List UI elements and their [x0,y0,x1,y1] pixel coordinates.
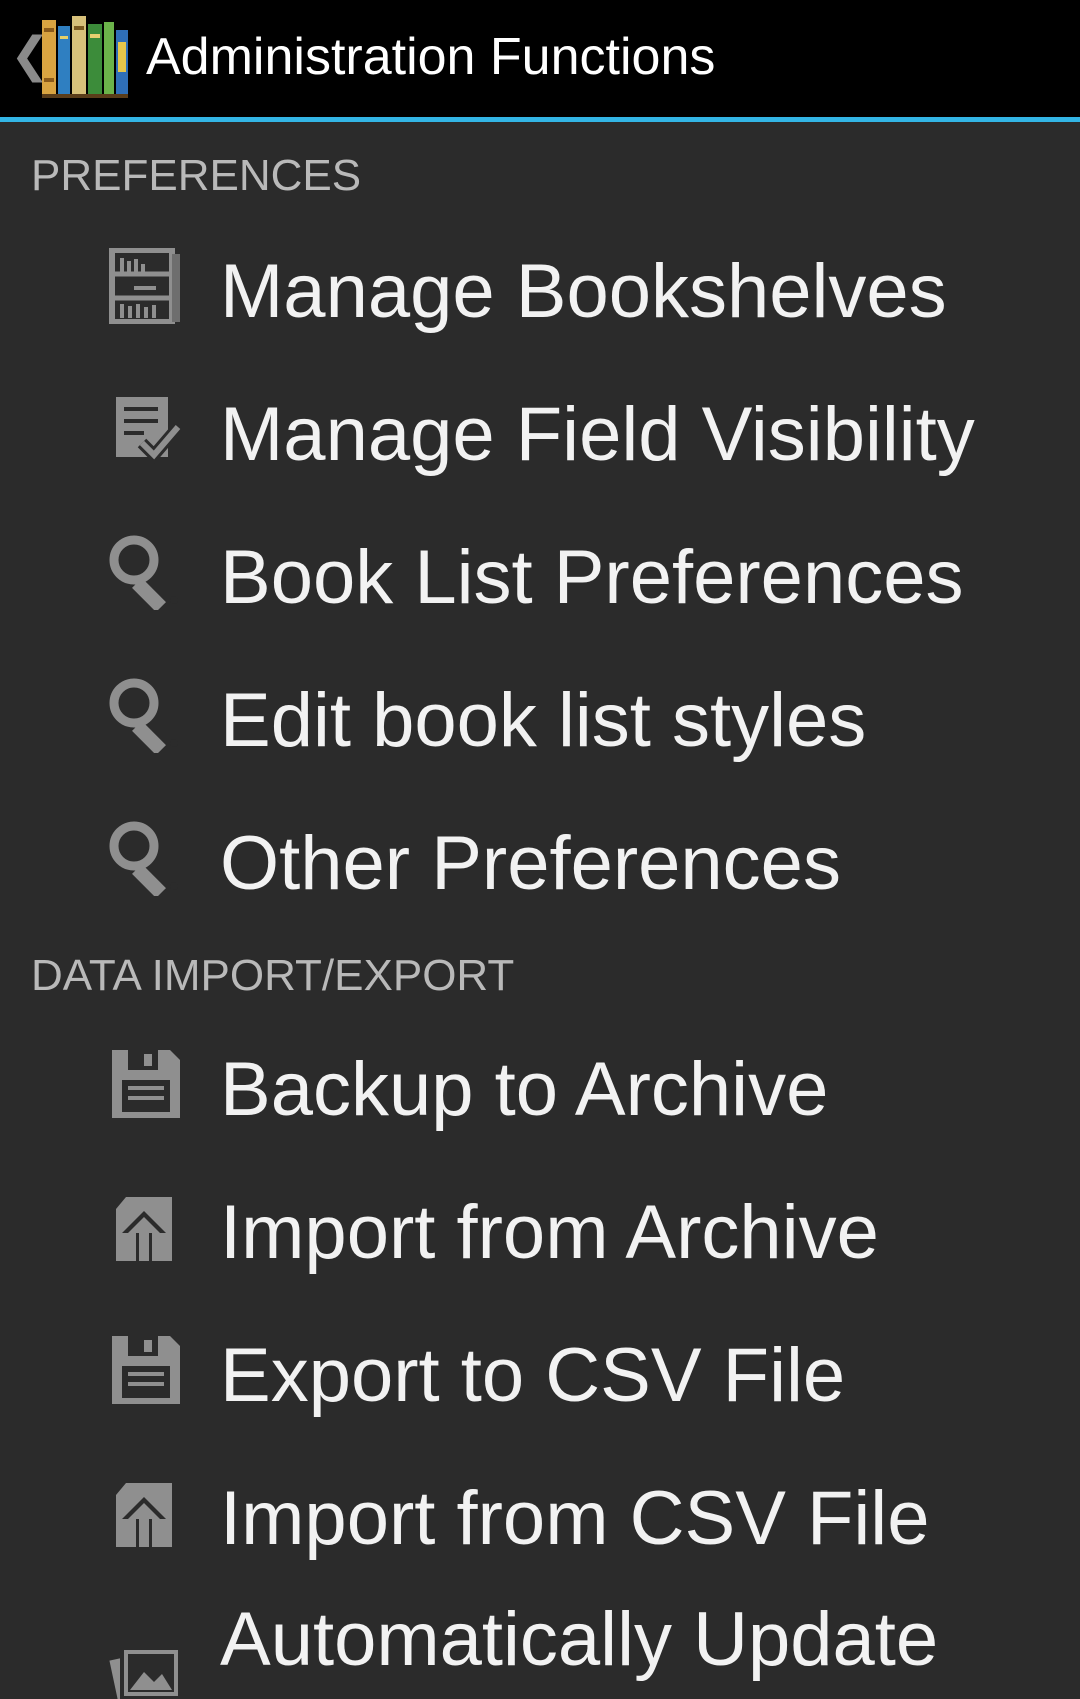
menu-item-label: Import from CSV File [220,1476,930,1561]
section-header-preferences: PREFERENCES [31,151,362,200]
wrench-icon [109,678,178,753]
menu-item-book-list-preferences[interactable]: Book List Preferences [0,500,1080,643]
menu-item-export-to-csv-file[interactable]: Export to CSV File [0,1298,1080,1441]
menu-item-label: Export to CSV File [220,1333,846,1418]
menu-item-label: Edit book list styles [220,678,867,763]
menu-item-label: Other Preferences [220,821,841,906]
photos-icon [109,1646,182,1699]
action-bar: ❮ Administration Functions [0,0,1080,122]
menu-item-automatically-update[interactable]: Automatically Update [0,1562,1080,1699]
menu-item-manage-bookshelves[interactable]: Manage Bookshelves [0,214,1080,357]
menu-item-label: Import from Archive [220,1190,879,1275]
import-icon [116,1483,172,1547]
page-title: Administration Functions [146,28,716,86]
bookshelf-app-icon[interactable] [42,12,128,98]
menu-item-label: Backup to Archive [220,1047,829,1132]
checklist-icon [116,397,183,464]
menu-item-label: Manage Bookshelves [220,249,947,334]
admin-list: PREFERENCES Manage Bookshelves Manage Fi… [0,122,1080,1699]
bookshelf-icon [109,248,180,324]
menu-item-other-preferences[interactable]: Other Preferences [0,786,1080,929]
menu-item-edit-book-list-styles[interactable]: Edit book list styles [0,643,1080,786]
section-header-data-import-export: DATA IMPORT/EXPORT [31,951,515,1000]
menu-item-label: Automatically Update [220,1597,939,1682]
menu-item-label: Book List Preferences [220,535,964,620]
wrench-icon [109,821,178,896]
menu-item-backup-to-archive[interactable]: Backup to Archive [0,1012,1080,1155]
menu-item-label: Manage Field Visibility [220,392,975,477]
floppy-icon [112,1336,180,1404]
import-icon [116,1197,172,1261]
menu-item-manage-field-visibility[interactable]: Manage Field Visibility [0,357,1080,500]
menu-item-import-from-archive[interactable]: Import from Archive [0,1155,1080,1298]
wrench-icon [109,535,178,610]
floppy-icon [112,1050,180,1118]
